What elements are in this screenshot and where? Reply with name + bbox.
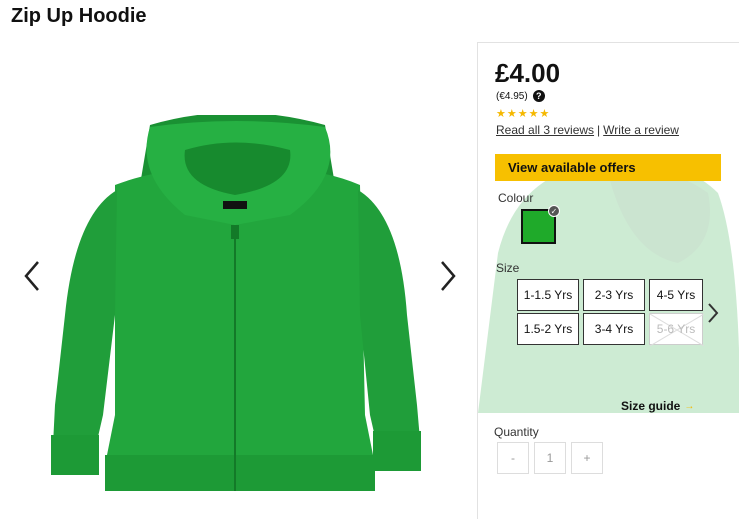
quantity-decrease-button[interactable]: - <box>497 442 529 474</box>
alternate-currency-price: (€4.95) ? <box>496 90 545 102</box>
size-option-2-3[interactable]: 2-3 Yrs <box>583 279 645 311</box>
write-review-link[interactable]: Write a review <box>603 123 679 137</box>
size-options: 1-1.5 Yrs 2-3 Yrs 4-5 Yrs 1.5-2 Yrs 3-4 … <box>517 279 704 347</box>
quantity-input[interactable]: 1 <box>534 442 566 474</box>
product-image <box>51 115 421 491</box>
size-option-label: 5-6 Yrs <box>656 322 696 336</box>
size-option-5-6-unavailable[interactable]: 5-6 Yrs <box>649 313 704 346</box>
size-label: Size <box>496 261 520 275</box>
rating-stars: ★★★★★ <box>496 108 551 120</box>
product-title: Zip Up Hoodie <box>11 5 147 27</box>
quantity-label: Quantity <box>494 425 539 439</box>
check-icon: ✓ <box>548 205 560 217</box>
read-reviews-link[interactable]: Read all 3 reviews <box>496 123 594 137</box>
view-offers-button[interactable]: View available offers <box>495 154 721 181</box>
link-separator: | <box>597 123 601 137</box>
size-guide-link[interactable]: Size guide → <box>621 399 694 413</box>
arrow-right-icon: → <box>684 400 695 412</box>
gallery-prev-chevron-left-icon[interactable] <box>20 258 44 294</box>
help-icon[interactable]: ? <box>532 90 545 102</box>
colour-label: Colour <box>498 191 534 205</box>
size-option-1.5-2[interactable]: 1.5-2 Yrs <box>517 313 579 345</box>
size-next-chevron-right-icon[interactable] <box>706 301 720 325</box>
size-option-1-1.5[interactable]: 1-1.5 Yrs <box>517 279 579 311</box>
quantity-increase-button[interactable]: + <box>571 442 603 474</box>
review-links: Read all 3 reviews | Write a review <box>496 123 679 137</box>
size-guide-label: Size guide <box>621 399 681 413</box>
product-price: £4.00 <box>495 58 561 88</box>
gallery-next-chevron-right-icon[interactable] <box>436 258 460 294</box>
product-image-gallery <box>0 40 476 519</box>
alt-price-text: (€4.95) <box>496 90 528 102</box>
size-option-4-5[interactable]: 4-5 Yrs <box>649 279 703 311</box>
quantity-stepper: - 1 + <box>497 442 603 474</box>
size-option-3-4[interactable]: 3-4 Yrs <box>583 313 645 345</box>
product-info-panel: £4.00 (€4.95) ? ★★★★★ Read all 3 reviews… <box>477 42 739 519</box>
